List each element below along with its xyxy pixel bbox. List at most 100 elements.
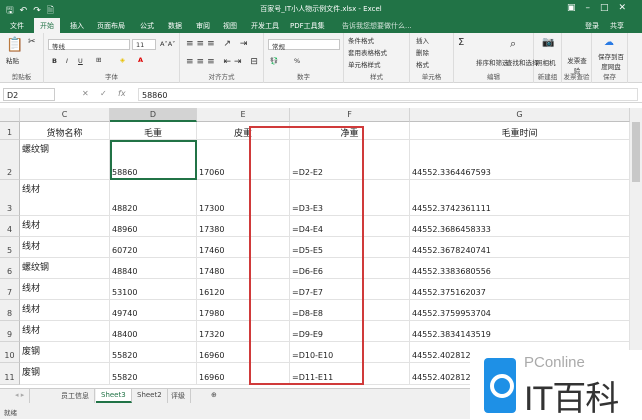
- tab-review[interactable]: 审阅: [196, 21, 210, 31]
- italic-button[interactable]: I: [66, 57, 68, 65]
- sum-icon[interactable]: Σ: [458, 37, 464, 48]
- tab-home[interactable]: 开始: [34, 18, 60, 33]
- name-box[interactable]: D2: [3, 88, 55, 101]
- border-icon[interactable]: ⊞: [96, 56, 101, 64]
- cell[interactable]: 58860: [110, 140, 197, 180]
- cancel-icon[interactable]: ✕: [82, 89, 89, 98]
- row-header[interactable]: 10: [0, 342, 20, 363]
- currency-icon[interactable]: 💱: [270, 57, 278, 65]
- row-header[interactable]: 2: [0, 140, 20, 180]
- select-all[interactable]: [0, 108, 20, 122]
- align-icons[interactable]: ≡≡≡ ↗ ⇥: [186, 39, 250, 49]
- tab-formulas[interactable]: 公式: [140, 21, 154, 31]
- cell[interactable]: 线材: [20, 237, 110, 258]
- paste-button[interactable]: 粘贴: [6, 55, 19, 65]
- row-header[interactable]: 1: [0, 122, 20, 140]
- cell[interactable]: 55820: [110, 363, 197, 385]
- cell[interactable]: 48960: [110, 216, 197, 237]
- row-header[interactable]: 7: [0, 279, 20, 300]
- camera-icon[interactable]: 📷: [542, 37, 554, 48]
- cell[interactable]: 60720: [110, 237, 197, 258]
- cell[interactable]: 48840: [110, 258, 197, 279]
- tell-me-input[interactable]: 告诉我您想要做什么...: [342, 21, 412, 31]
- row-header[interactable]: 5: [0, 237, 20, 258]
- header-cell[interactable]: 货物名称: [20, 122, 110, 140]
- conditional-format-button[interactable]: 条件格式: [348, 35, 374, 45]
- bold-button[interactable]: B: [52, 57, 57, 65]
- search-icon[interactable]: ⌕: [510, 37, 516, 51]
- enter-icon[interactable]: ✓: [100, 89, 107, 98]
- cell[interactable]: 48820: [110, 180, 197, 216]
- column-header[interactable]: F: [290, 108, 410, 122]
- tab-data[interactable]: 数据: [168, 21, 182, 31]
- tab-pdf[interactable]: PDF工具集: [290, 21, 325, 31]
- format-as-table-button[interactable]: 套用表格格式: [348, 47, 387, 57]
- cell[interactable]: 44552.3742361111: [410, 180, 630, 216]
- font-size-select[interactable]: 11: [132, 39, 156, 50]
- cut-icon[interactable]: ✂: [28, 37, 36, 47]
- add-sheet-icon[interactable]: ⊕: [206, 389, 222, 403]
- tab-view[interactable]: 视图: [223, 21, 237, 31]
- percent-button[interactable]: %: [294, 57, 300, 65]
- sheet-nav-arrows[interactable]: ◂ ▸: [10, 389, 31, 403]
- baidu-cloud-icon[interactable]: ☁: [604, 37, 614, 48]
- tab-file[interactable]: 文件: [10, 21, 24, 31]
- paste-icon[interactable]: 📋: [6, 37, 23, 53]
- sort-filter-button[interactable]: 排序和筛选: [476, 57, 509, 67]
- row-header[interactable]: 11: [0, 363, 20, 385]
- cell[interactable]: 55820: [110, 342, 197, 363]
- login-link[interactable]: 登录: [585, 21, 599, 31]
- header-cell[interactable]: 毛重: [110, 122, 197, 140]
- number-format-select[interactable]: 常规: [268, 39, 340, 51]
- cell[interactable]: 线材: [20, 216, 110, 237]
- column-header[interactable]: G: [410, 108, 630, 122]
- share-button[interactable]: 共享: [610, 21, 624, 31]
- sheet-tab-active[interactable]: Sheet3: [96, 389, 132, 403]
- cell[interactable]: 废钢: [20, 363, 110, 385]
- cell[interactable]: 螺纹钢: [20, 140, 110, 180]
- cell[interactable]: 44552.3834143519: [410, 321, 630, 342]
- cell[interactable]: 48400: [110, 321, 197, 342]
- delete-button[interactable]: 删除: [416, 47, 429, 57]
- cell[interactable]: 线材: [20, 300, 110, 321]
- vertical-scrollbar[interactable]: [630, 108, 642, 386]
- font-name-select[interactable]: 等线: [48, 39, 130, 51]
- row-header[interactable]: 4: [0, 216, 20, 237]
- sheet-tab[interactable]: Sheet2: [132, 389, 168, 403]
- sheet-tab[interactable]: 员工信息: [56, 389, 95, 403]
- underline-button[interactable]: U: [78, 57, 83, 65]
- fx-icon[interactable]: fx: [118, 89, 126, 98]
- cell[interactable]: 44552.375162037: [410, 279, 630, 300]
- window-controls[interactable]: ▣–□✕: [567, 3, 636, 13]
- sheet-tab[interactable]: 评级: [166, 389, 191, 403]
- format-button[interactable]: 格式: [416, 59, 429, 69]
- cell[interactable]: 废钢: [20, 342, 110, 363]
- cell[interactable]: 线材: [20, 321, 110, 342]
- column-header[interactable]: C: [20, 108, 110, 122]
- row-header[interactable]: 6: [0, 258, 20, 279]
- insert-button[interactable]: 插入: [416, 35, 429, 45]
- header-cell[interactable]: 毛重时间: [410, 122, 630, 140]
- cell[interactable]: 线材: [20, 180, 110, 216]
- cell-styles-button[interactable]: 单元格样式: [348, 59, 381, 69]
- cell[interactable]: 44552.3383680556: [410, 258, 630, 279]
- grow-font-icon[interactable]: A˄A˅: [160, 40, 175, 48]
- column-header[interactable]: E: [197, 108, 290, 122]
- cell[interactable]: 53100: [110, 279, 197, 300]
- cell[interactable]: 49740: [110, 300, 197, 321]
- cell[interactable]: 44552.3678240741: [410, 237, 630, 258]
- tab-developer[interactable]: 开发工具: [251, 21, 279, 31]
- row-header[interactable]: 8: [0, 300, 20, 321]
- row-header[interactable]: 3: [0, 180, 20, 216]
- cell[interactable]: 44552.3686458333: [410, 216, 630, 237]
- camera-button[interactable]: 照相机: [536, 57, 556, 67]
- tab-page-layout[interactable]: 页面布局: [97, 21, 125, 31]
- cell[interactable]: 44552.3759953704: [410, 300, 630, 321]
- cell[interactable]: 44552.3364467593: [410, 140, 630, 180]
- save-to-baidu-button[interactable]: 保存到百度网盘: [596, 51, 626, 71]
- tab-insert[interactable]: 插入: [70, 21, 84, 31]
- formula-input[interactable]: 58860: [138, 88, 638, 101]
- fill-color-icon[interactable]: ◈: [120, 56, 125, 64]
- column-header[interactable]: D: [110, 108, 197, 122]
- font-color-icon[interactable]: A: [138, 56, 143, 64]
